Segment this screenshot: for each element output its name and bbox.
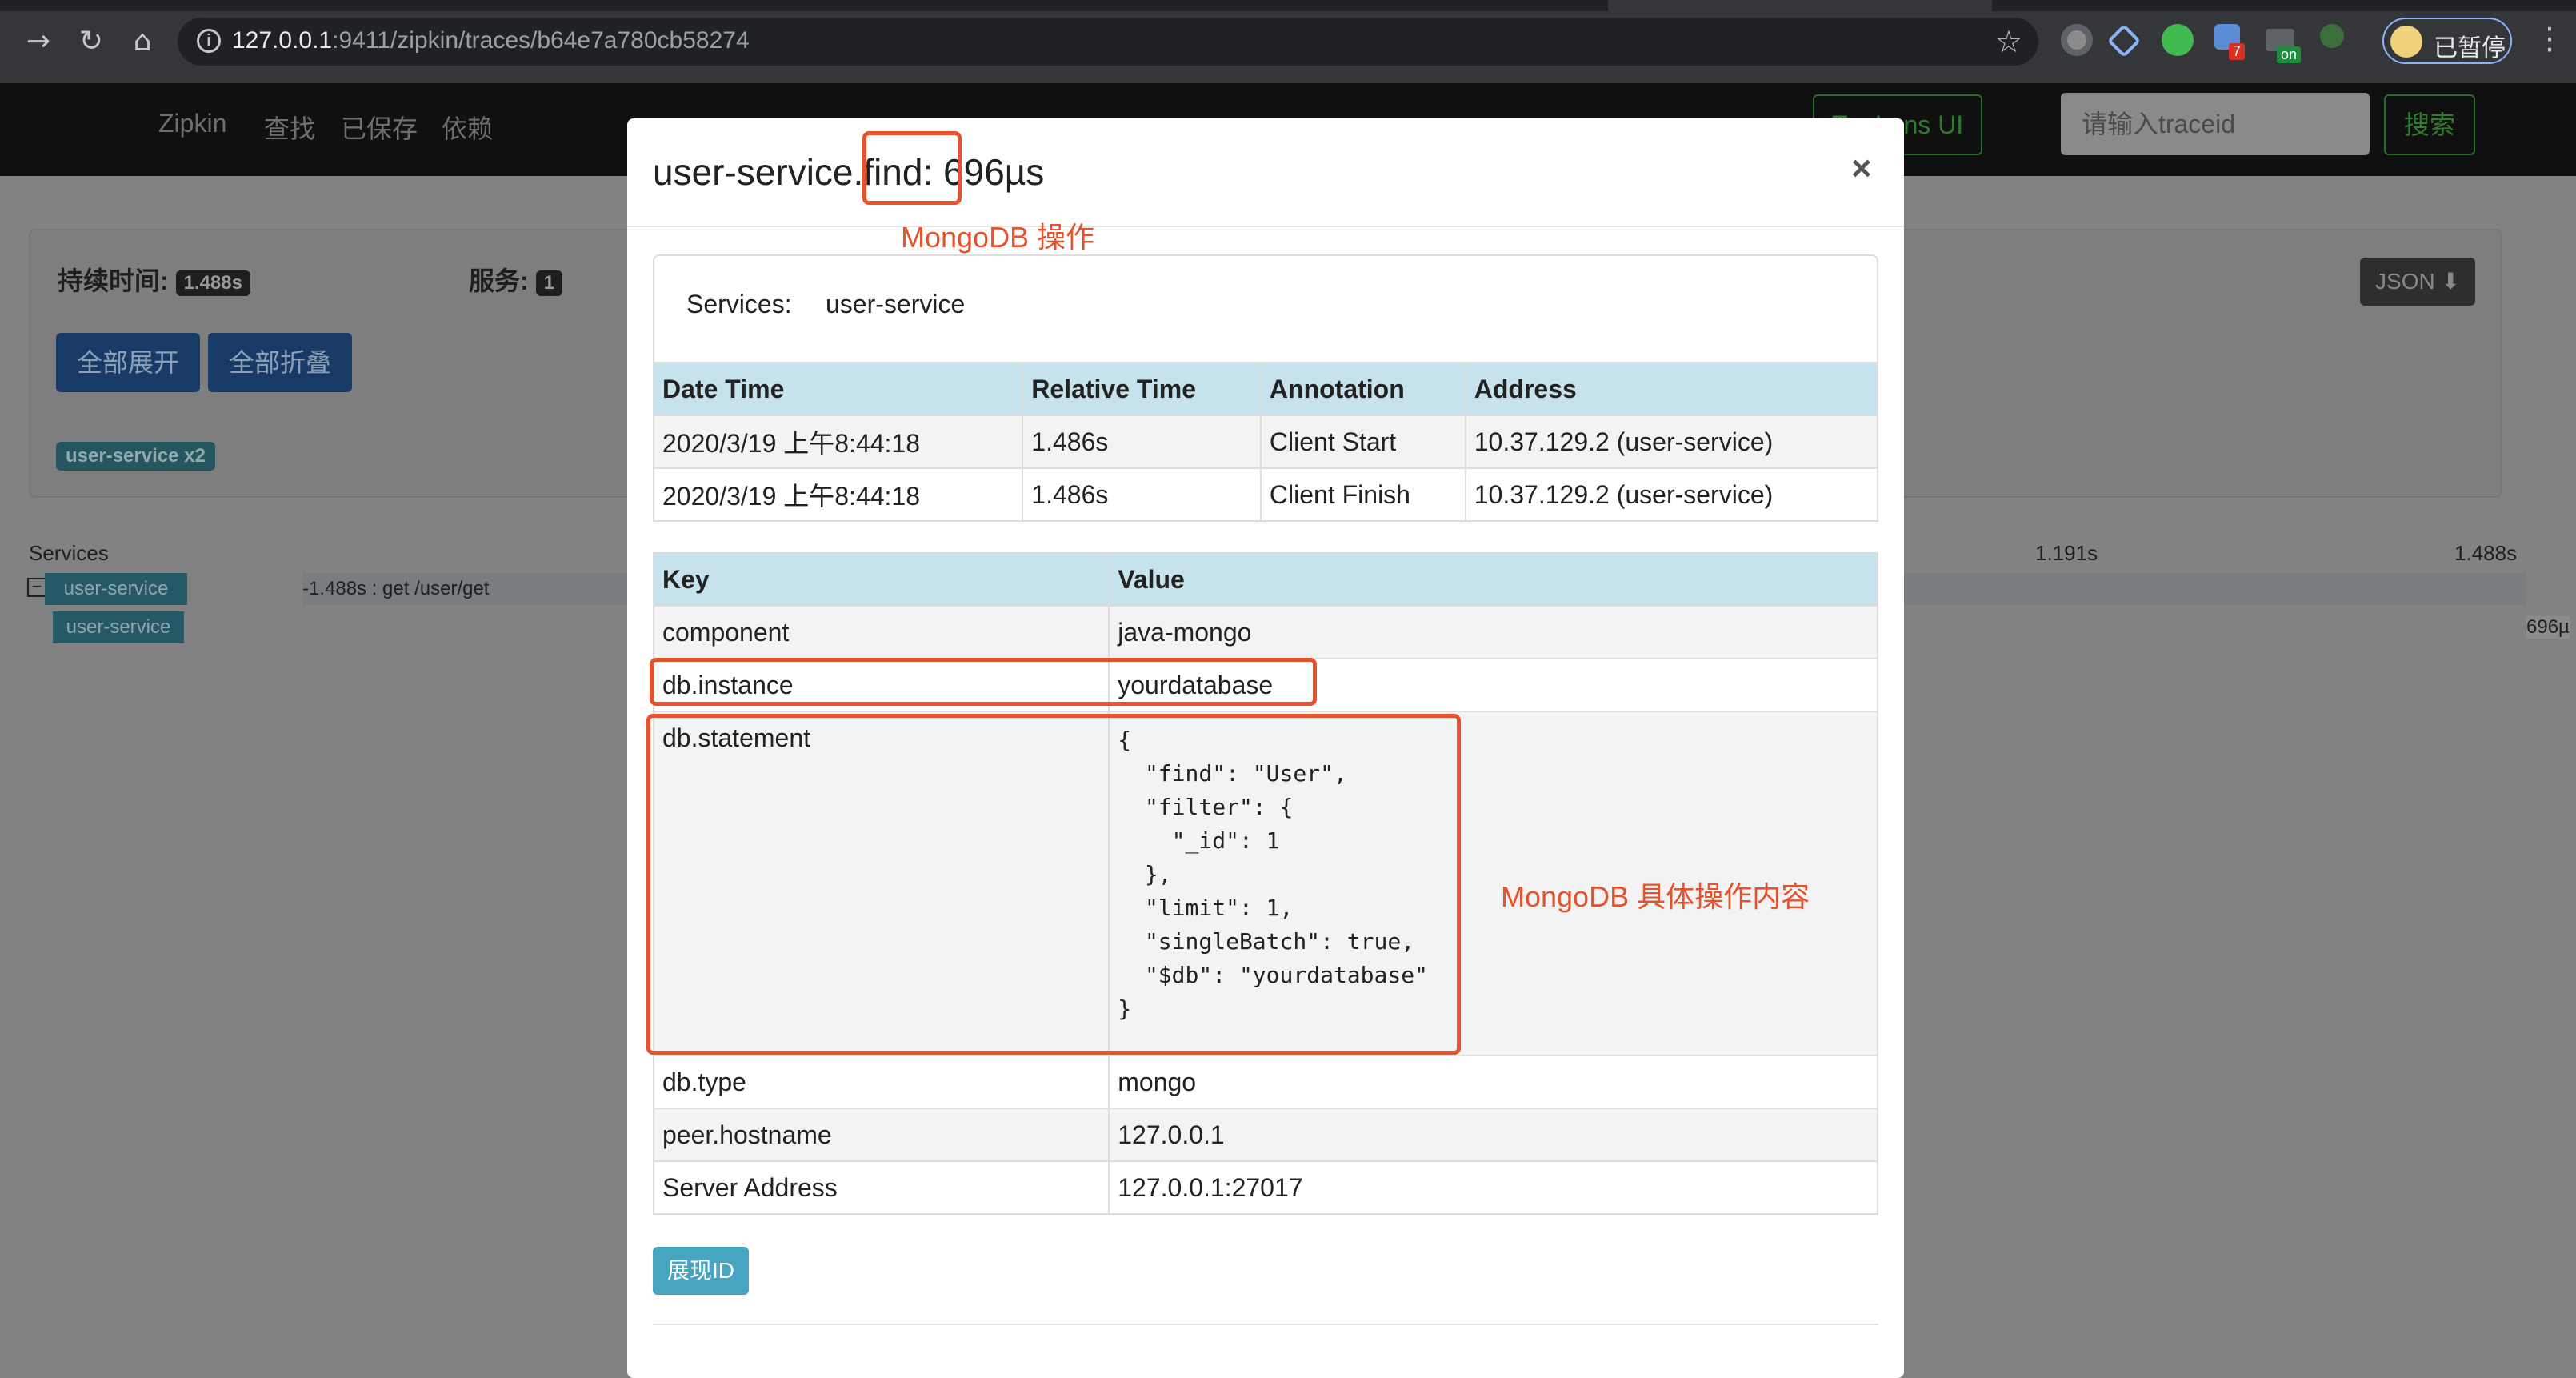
services-label: Services:	[686, 290, 792, 318]
span-service-tag[interactable]: user-service	[53, 611, 184, 643]
extension-diamond-icon[interactable]	[2106, 23, 2142, 58]
divider	[627, 226, 1904, 227]
extension-badge: 7	[2229, 43, 2246, 60]
tag-value: 127.0.0.1:27017	[1108, 1160, 1878, 1215]
timeline-tick: 1.191s	[2035, 541, 2098, 565]
download-icon: ⬇	[2441, 269, 2460, 294]
nav-dependencies[interactable]: 依赖	[442, 109, 493, 146]
url-text[interactable]: 127.0.0.1:9411/zipkin/traces/b64e7a780cb…	[232, 27, 750, 54]
profile-status: 已暂停	[2434, 35, 2506, 62]
cell-annotation: Client Finish	[1259, 467, 1466, 522]
cell-address: 10.37.129.2 (user-service)	[1464, 415, 1879, 469]
span-duration: 696µ	[2526, 616, 2570, 639]
services-count-badge: 1	[535, 270, 562, 296]
more-menu-icon[interactable]: ⋮	[2534, 21, 2565, 56]
tag-key: component	[652, 605, 1110, 659]
traceid-input[interactable]: 请输入traceid	[2061, 93, 2370, 155]
cell-relative: 1.486s	[1022, 467, 1262, 522]
bookmark-star-icon[interactable]: ☆	[1995, 24, 2022, 59]
services-value: user-service	[826, 290, 966, 318]
tag-value: mongo	[1108, 1055, 1878, 1109]
extension-on-badge: on	[2277, 46, 2302, 63]
show-id-button[interactable]: 展现ID	[653, 1247, 749, 1295]
span-label: -1.488s : get /user/get	[302, 578, 490, 599]
tab-strip-right	[1992, 0, 2576, 11]
services-count-label: 服务: 1	[469, 261, 562, 298]
tag-key: db.type	[652, 1055, 1110, 1109]
timeline-tick: 1.488s	[2454, 541, 2518, 565]
cell-relative: 1.486s	[1022, 415, 1262, 469]
col-address: Address	[1464, 362, 1879, 416]
col-value: Value	[1108, 552, 1878, 607]
divider	[653, 1324, 1878, 1325]
table-row: component java-mongo	[652, 605, 1878, 659]
site-info-icon[interactable]: i	[197, 29, 221, 53]
tag-value: java-mongo	[1108, 605, 1878, 659]
address-bar[interactable]: i 127.0.0.1:9411/zipkin/traces/b64e7a780…	[178, 18, 2038, 66]
op-note: MongoDB 操作	[901, 221, 1095, 254]
duration-label: 持续时间: 1.488s	[58, 261, 250, 298]
cell-address: 10.37.129.2 (user-service)	[1464, 467, 1879, 522]
statement-note: MongoDB 具体操作内容	[1501, 880, 1810, 913]
table-row: db.type mongo	[652, 1055, 1878, 1109]
json-download-button[interactable]: JSON ⬇	[2360, 258, 2475, 306]
cell-date: 2020/3/19 上午8:44:18	[652, 467, 1024, 522]
find-op-highlight	[862, 131, 962, 205]
browser-toolbar: → ↻ ⌂ i 127.0.0.1:9411/zipkin/traces/b64…	[0, 0, 2576, 83]
modal-title: user-service.find: 696µs	[653, 151, 1045, 193]
forward-icon[interactable]: →	[21, 24, 56, 59]
extension-record-icon[interactable]	[2061, 24, 2093, 56]
tab-strip	[0, 0, 1608, 11]
tag-key: Server Address	[652, 1160, 1110, 1215]
collapse-all-button[interactable]: 全部折叠	[208, 333, 352, 392]
table-row: 2020/3/19 上午8:44:18 1.486s Client Start …	[652, 415, 1879, 469]
services-header: Services	[29, 541, 109, 565]
collapse-toggle-icon[interactable]: −	[27, 578, 46, 597]
db-instance-highlight	[650, 658, 1317, 706]
table-row: peer.hostname 127.0.0.1	[652, 1108, 1878, 1162]
nav-find[interactable]: 查找	[264, 109, 315, 146]
extension-y-icon[interactable]	[2162, 24, 2194, 56]
search-button[interactable]: 搜索	[2384, 94, 2475, 155]
expand-all-button[interactable]: 全部展开	[56, 333, 200, 392]
reload-icon[interactable]: ↻	[74, 24, 109, 59]
col-key: Key	[652, 552, 1110, 607]
cell-date: 2020/3/19 上午8:44:18	[652, 415, 1024, 469]
table-row: 2020/3/19 上午8:44:18 1.486s Client Finish…	[652, 467, 1879, 522]
span-service-tag[interactable]: user-service	[45, 573, 187, 605]
services-panel: Services: user-service	[653, 254, 1878, 363]
brand[interactable]: Zipkin	[158, 109, 226, 138]
col-annotation: Annotation	[1259, 362, 1466, 416]
col-date-time: Date Time	[652, 362, 1024, 416]
table-row: Server Address 127.0.0.1:27017	[652, 1160, 1878, 1215]
nav-saved[interactable]: 已保存	[341, 109, 418, 146]
duration-badge: 1.488s	[175, 270, 250, 296]
cell-annotation: Client Start	[1259, 415, 1466, 469]
tag-key: peer.hostname	[652, 1108, 1110, 1162]
close-icon[interactable]: ×	[1851, 149, 1872, 189]
db-statement-highlight	[646, 714, 1461, 1055]
tag-value: 127.0.0.1	[1108, 1108, 1878, 1162]
avatar	[2390, 26, 2422, 58]
annotations-table: Date Time Relative Time Annotation Addre…	[652, 362, 1879, 522]
home-icon[interactable]: ⌂	[125, 24, 160, 59]
service-filter-tag[interactable]: user-service x2	[56, 442, 215, 471]
profile-button[interactable]: 已暂停	[2382, 18, 2512, 64]
extension-rocket-icon[interactable]	[2320, 24, 2344, 48]
col-relative-time: Relative Time	[1022, 362, 1262, 416]
